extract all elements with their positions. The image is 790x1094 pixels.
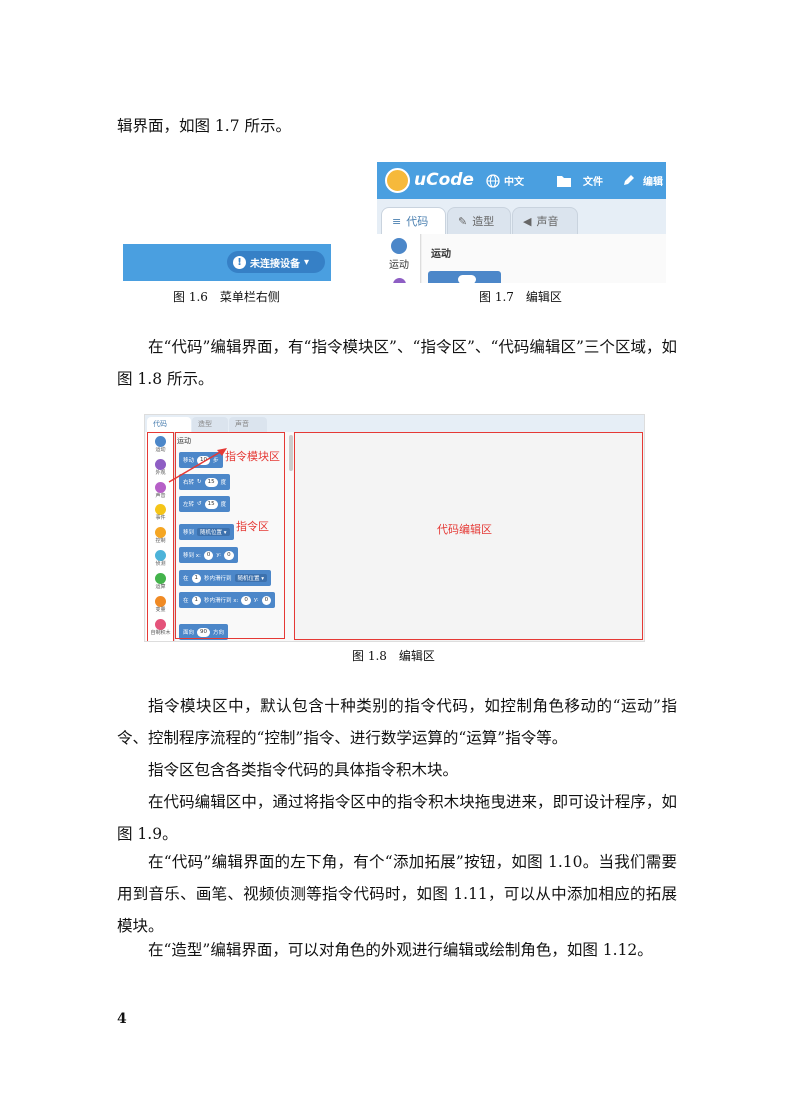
paragraph-extension: 在“代码”编辑界面的左下角，有个“添加拓展”按钮，如图 1.10。当我们需要用到… <box>117 853 677 935</box>
brush-icon: ✎ <box>458 214 468 228</box>
figure-1-7-editor: uCode 中文 文件 编辑 ≡ 代码 ✎ 造型 ◀ 声音 运动 运动 <box>377 162 666 283</box>
device-status-label: 未连接设备 <box>250 258 300 270</box>
ucode-logo-text: uCode <box>414 170 474 190</box>
device-status-button[interactable]: ! 未连接设备 ▾ <box>227 251 325 273</box>
tab-costume[interactable]: ✎ 造型 <box>447 207 511 234</box>
motion-category-dot[interactable] <box>391 238 407 254</box>
caption-fig-1-8: 图 1.8 编辑区 <box>352 649 435 663</box>
pencil-icon <box>624 175 634 185</box>
move-block[interactable] <box>428 271 501 283</box>
tab-costume-label: 造型 <box>472 215 495 228</box>
move-block-input[interactable] <box>458 275 476 283</box>
tab-sound[interactable]: ◀ 声音 <box>512 207 578 234</box>
language-label: 中文 <box>504 177 524 188</box>
paragraph-intro-tail: 辑界面，如图 1.7 所示。 <box>117 117 292 135</box>
tab-code[interactable]: ≡ 代码 <box>381 207 446 234</box>
arrow-pointer <box>168 448 227 483</box>
tab-costume[interactable]: 造型 <box>192 417 228 432</box>
editor-tabs: ≡ 代码 ✎ 造型 ◀ 声音 <box>377 199 666 234</box>
ucode-mascot-logo <box>385 168 410 193</box>
edit-menu[interactable]: 编辑 <box>622 173 663 188</box>
paragraph-costume: 在“造型”编辑界面，可以对角色的外观进行编辑或绘制角色，如图 1.12。 <box>148 941 653 959</box>
paragraph-three-areas: 在“代码”编辑界面，有“指令模块区”、“指令区”、“代码编辑区”三个区域，如图 … <box>117 338 677 388</box>
page-number: 4 <box>117 1011 127 1027</box>
tab-sound-label: 声音 <box>235 420 249 428</box>
file-menu-label: 文件 <box>583 177 603 188</box>
paragraph-editor-area: 在代码编辑区中，通过将指令区中的指令积木块拖曳进来，即可设计程序，如图 1.9。 <box>117 793 677 843</box>
globe-icon <box>486 173 500 188</box>
speaker-icon: ◀ <box>523 214 532 228</box>
file-menu[interactable]: 文件 <box>557 173 603 188</box>
figure-1-8-code-editor: 代码 造型 声音 运动 外观 声音 事件 控制 侦测 运算 变量 自制积木 运动… <box>144 414 645 642</box>
folder-icon <box>557 175 571 187</box>
editor-tabs: 代码 造型 声音 <box>145 415 644 432</box>
palette-area: 运动 <box>422 234 666 283</box>
caption-fig-1-7: 图 1.7 编辑区 <box>479 290 562 304</box>
warning-icon: ! <box>233 255 246 269</box>
motion-category-label: 运动 <box>389 260 409 271</box>
paragraph-instruction-area: 指令区包含各类指令代码的具体指令积木块。 <box>148 761 459 779</box>
label-code-editor-area: 代码编辑区 <box>437 523 492 536</box>
figure-1-6-menubar-right: ! 未连接设备 ▾ <box>123 244 331 281</box>
tab-sound[interactable]: 声音 <box>229 417 267 432</box>
category-column: 运动 <box>377 234 421 283</box>
chevron-down-icon: ▾ <box>304 256 310 268</box>
palette-section-title: 运动 <box>431 249 451 260</box>
top-menubar: uCode 中文 文件 编辑 <box>377 162 666 199</box>
tab-costume-label: 造型 <box>198 420 212 428</box>
language-menu[interactable]: 中文 <box>486 173 524 188</box>
edit-menu-label: 编辑 <box>643 177 663 188</box>
tab-code[interactable]: 代码 <box>147 417 191 432</box>
tab-sound-label: 声音 <box>536 215 559 228</box>
label-instruction-area: 指令区 <box>236 520 269 533</box>
paragraph-module-area: 指令模块区中，默认包含十种类别的指令代码，如控制角色移动的“运动”指令、控制程序… <box>117 697 677 747</box>
palette-scrollbar[interactable] <box>289 435 293 471</box>
caption-fig-1-6: 图 1.6 菜单栏右侧 <box>173 290 280 304</box>
tab-code-label: 代码 <box>153 420 167 428</box>
label-instruction-module-area: 指令模块区 <box>225 450 280 463</box>
looks-category-dot[interactable] <box>393 278 406 283</box>
code-icon: ≡ <box>392 214 402 228</box>
tab-code-label: 代码 <box>406 215 429 228</box>
